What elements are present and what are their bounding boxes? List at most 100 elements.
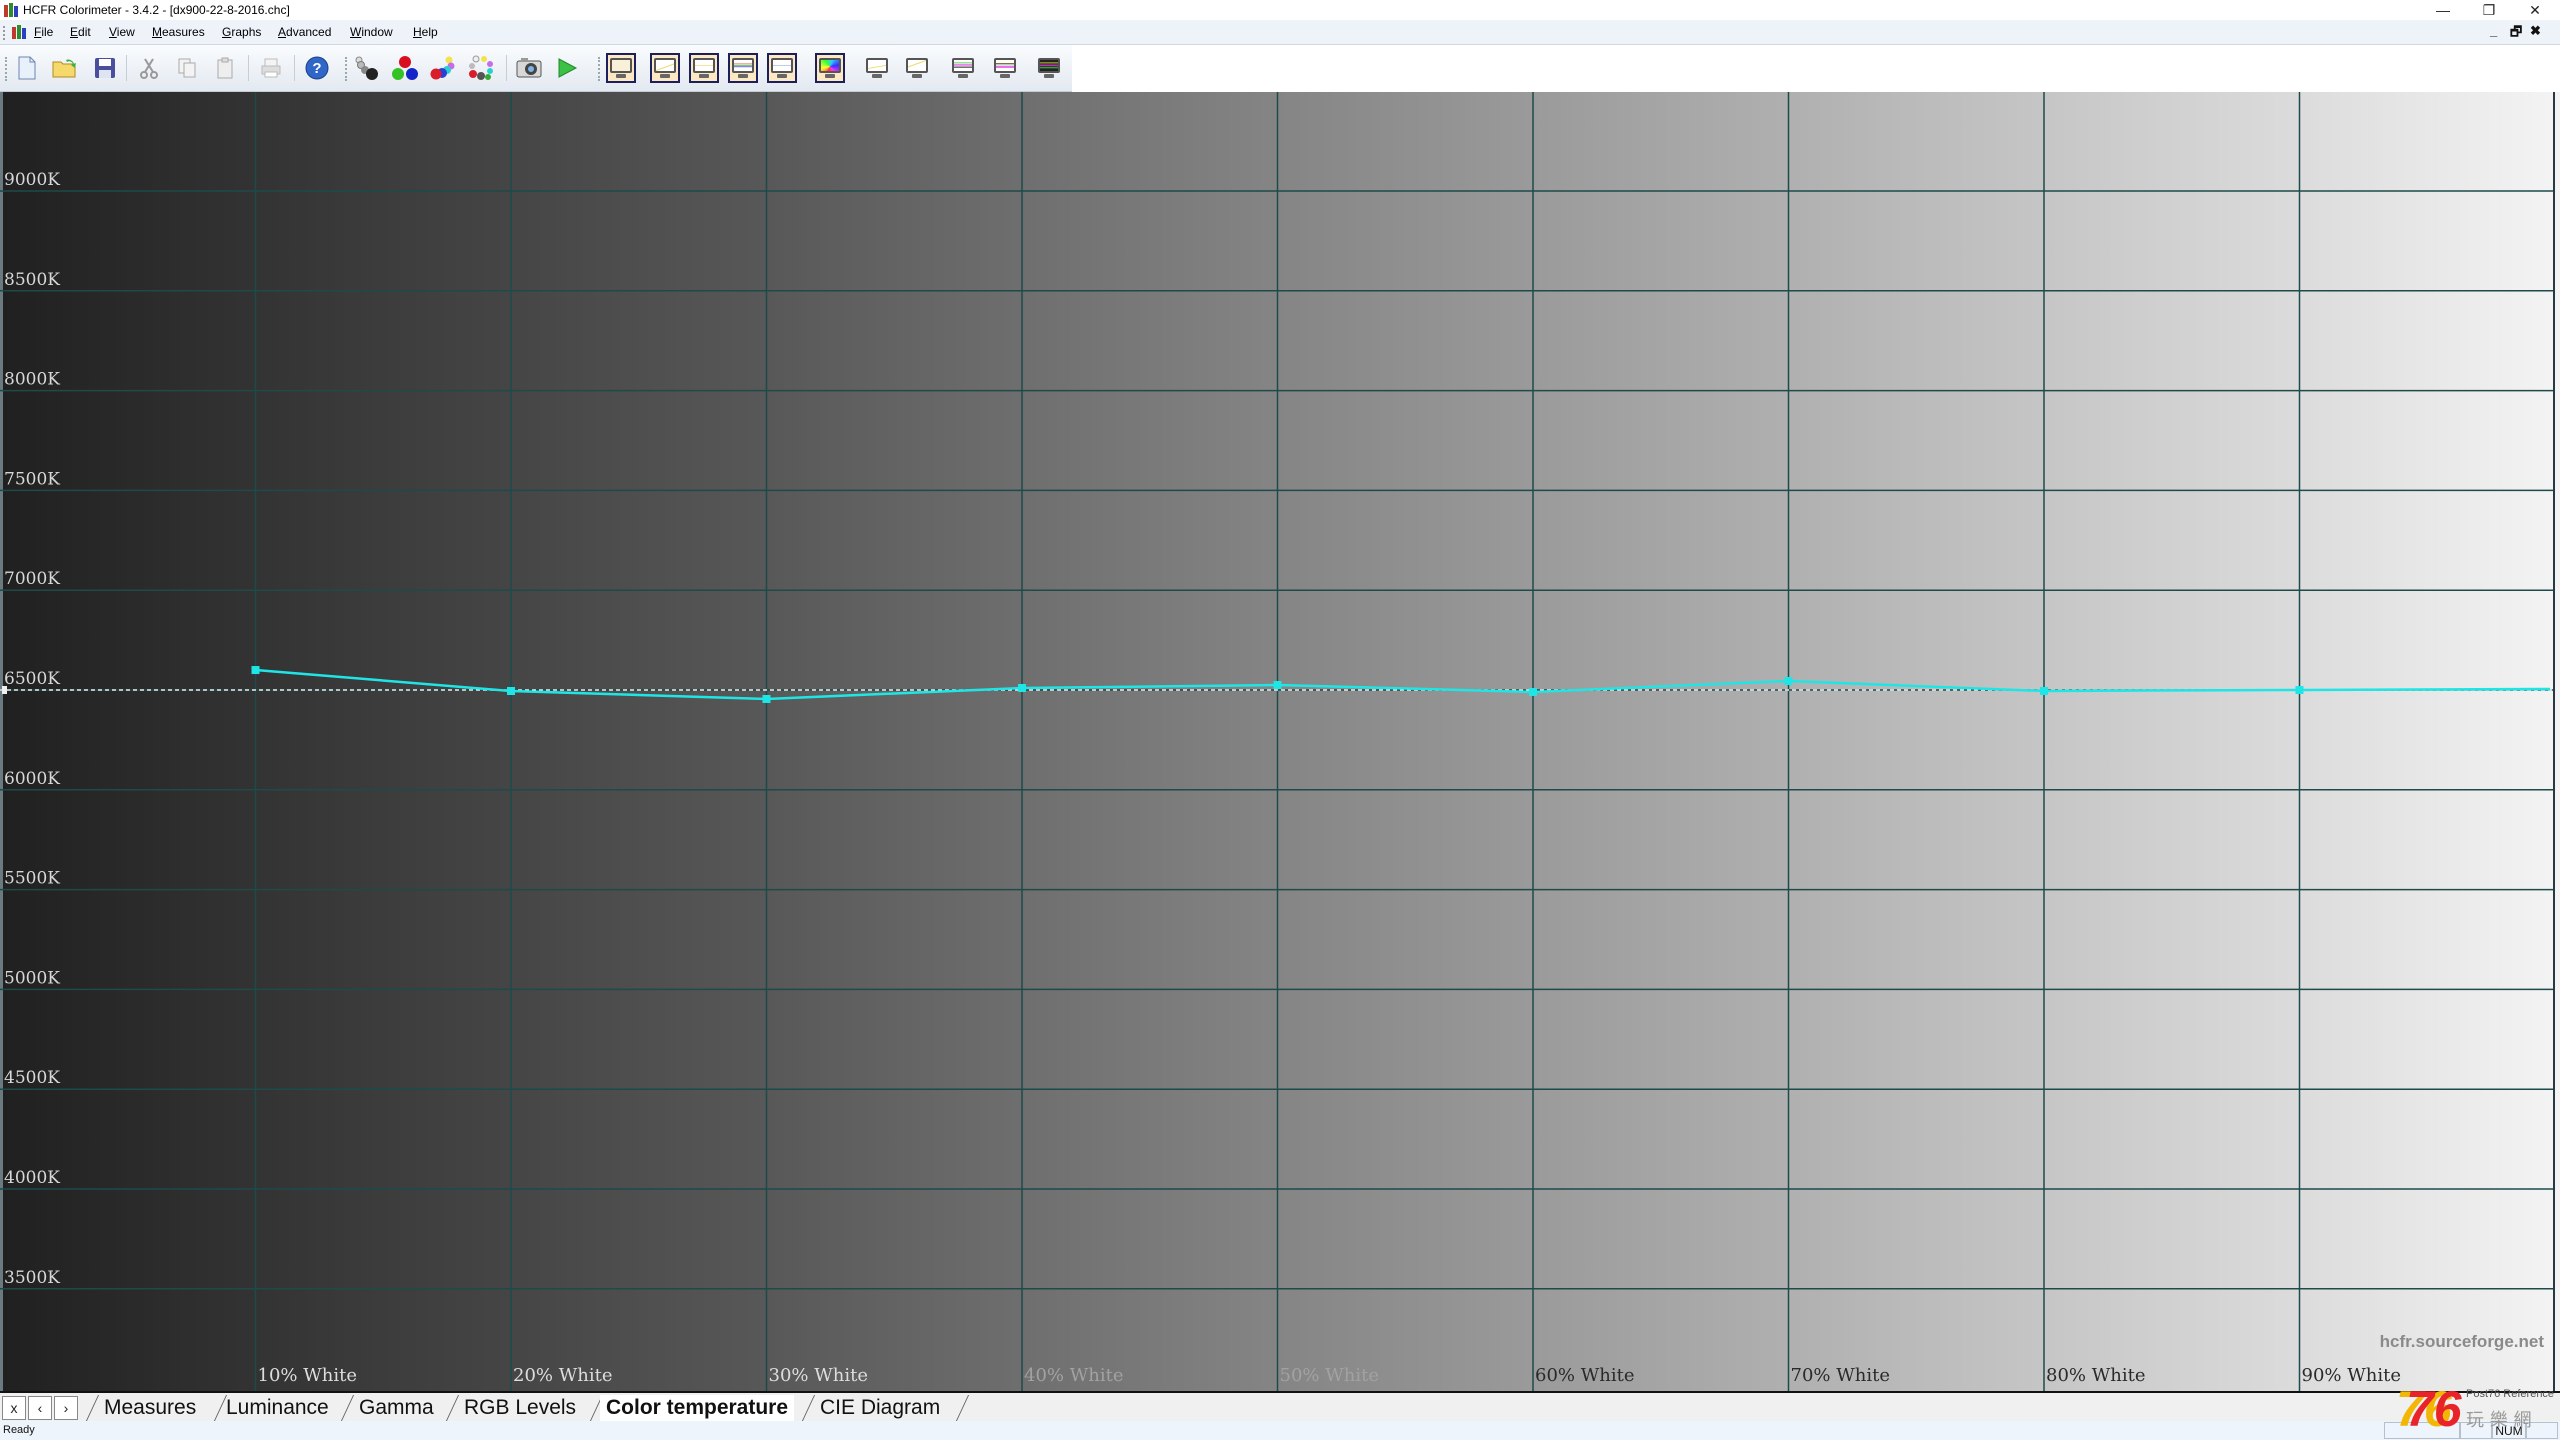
x-tick-label: 50% White bbox=[1280, 1365, 1379, 1386]
measure-secondaries-button[interactable] bbox=[428, 53, 458, 83]
data-point[interactable] bbox=[251, 666, 260, 675]
y-tick-label: 8000K bbox=[4, 370, 60, 390]
data-point[interactable] bbox=[507, 686, 515, 695]
color-temperature-chart[interactable]: 9000K 8500K 8000K 7500K 7000K 6500K 6000K 5500K… bbox=[0, 92, 2560, 1391]
tab-rgb-levels[interactable]: RGB Levels bbox=[458, 1395, 582, 1421]
camera-icon bbox=[516, 58, 542, 78]
close-button[interactable]: ✕ bbox=[2512, 0, 2558, 20]
toolbar-grip[interactable] bbox=[5, 57, 9, 81]
menu-help[interactable]: Help bbox=[413, 25, 438, 39]
menu-window[interactable]: Window bbox=[350, 25, 393, 39]
mdi-minimize-button[interactable]: _ bbox=[2490, 23, 2497, 38]
open-folder-icon bbox=[52, 59, 76, 78]
measures-view-icon bbox=[608, 57, 634, 79]
overlay-logo-number: 76 bbox=[2406, 1381, 2462, 1437]
y-tick-label: 6000K bbox=[4, 769, 60, 789]
y-tick-label: 3500K bbox=[4, 1268, 60, 1288]
menu-edit[interactable]: Edit bbox=[70, 25, 91, 39]
near-black-view-button[interactable] bbox=[948, 53, 978, 83]
open-button[interactable] bbox=[50, 53, 80, 83]
saturation-shift-view-button[interactable] bbox=[902, 53, 932, 83]
chart-canvas: 9000K 8500K 8000K 7500K 7000K 6500K 6000K 5500K… bbox=[0, 92, 2560, 1391]
restore-button[interactable]: ❐ bbox=[2466, 0, 2512, 20]
tab-color-temperature[interactable]: Color temperature bbox=[600, 1395, 795, 1421]
tab-luminance[interactable]: Luminance bbox=[220, 1395, 335, 1421]
near-black-view-icon bbox=[950, 57, 976, 79]
play-button[interactable] bbox=[552, 53, 582, 83]
print-button[interactable] bbox=[256, 53, 286, 83]
data-point[interactable] bbox=[762, 694, 771, 703]
copy-button[interactable] bbox=[172, 53, 202, 83]
measure-all-button[interactable] bbox=[466, 53, 496, 83]
gamma-view-button[interactable] bbox=[689, 53, 719, 83]
y-tick-label: 9000K bbox=[4, 170, 60, 190]
measure-primaries-icon bbox=[392, 56, 418, 80]
minimize-button[interactable]: — bbox=[2420, 0, 2466, 20]
saturation-luminance-view-button[interactable] bbox=[862, 53, 892, 83]
tab-scroll-left-button[interactable]: ‹ bbox=[28, 1396, 52, 1420]
menu-measures[interactable]: Measures bbox=[152, 25, 205, 39]
tab-gamma[interactable]: Gamma bbox=[353, 1395, 440, 1421]
near-white-view-button[interactable] bbox=[990, 53, 1020, 83]
luminance-view-icon bbox=[652, 57, 678, 79]
menu-file[interactable]: File bbox=[34, 25, 53, 39]
paste-button[interactable] bbox=[210, 53, 240, 83]
save-button[interactable] bbox=[90, 53, 120, 83]
y-tick-label: 4000K bbox=[4, 1168, 60, 1188]
tab-close-button[interactable]: x bbox=[2, 1396, 26, 1420]
tab-cie-diagram[interactable]: CIE Diagram bbox=[814, 1395, 946, 1421]
overlay-logo-subtitle: 玩 樂 網 bbox=[2466, 1410, 2532, 1431]
help-button[interactable]: ? bbox=[302, 53, 332, 83]
reference-marker bbox=[2, 686, 7, 694]
measure-grayscale-button[interactable] bbox=[352, 53, 382, 83]
document-menu-icon[interactable] bbox=[12, 25, 26, 39]
measure-secondaries-icon bbox=[430, 56, 455, 80]
menu-advanced[interactable]: Advanced bbox=[278, 25, 331, 39]
saturation-luminance-view-icon bbox=[864, 57, 890, 79]
y-tick-label: 5500K bbox=[4, 869, 60, 889]
data-point[interactable] bbox=[2295, 686, 2304, 694]
cut-button[interactable] bbox=[134, 53, 164, 83]
new-button[interactable] bbox=[12, 53, 42, 83]
tab-measures[interactable]: Measures bbox=[98, 1395, 202, 1421]
cie-diagram-view-button[interactable] bbox=[815, 53, 845, 83]
data-point[interactable] bbox=[1784, 677, 1793, 686]
help-icon: ? bbox=[305, 56, 329, 80]
mdi-restore-button[interactable]: 🗗 bbox=[2510, 23, 2522, 45]
save-icon bbox=[95, 58, 115, 78]
gamma-view-icon bbox=[691, 57, 717, 79]
menu-graphs[interactable]: Graphs bbox=[222, 25, 261, 39]
data-point[interactable] bbox=[1273, 681, 1282, 690]
data-point[interactable] bbox=[1018, 684, 1026, 693]
menu-view[interactable]: View bbox=[109, 25, 135, 39]
status-text: Ready bbox=[3, 1424, 35, 1436]
luminance-view-button[interactable] bbox=[650, 53, 680, 83]
cut-icon bbox=[140, 58, 158, 79]
overlay-logo-caption: Post76 Reference bbox=[2466, 1388, 2555, 1400]
camera-button[interactable] bbox=[514, 53, 544, 83]
y-tick-label: 8500K bbox=[4, 270, 60, 290]
measure-primaries-button[interactable] bbox=[390, 53, 420, 83]
play-icon bbox=[558, 58, 578, 78]
print-icon bbox=[261, 58, 281, 78]
measures-view-button[interactable] bbox=[606, 53, 636, 83]
data-point[interactable] bbox=[1529, 687, 1537, 696]
color-checker-view-icon bbox=[1036, 57, 1062, 79]
near-white-view-icon bbox=[992, 57, 1018, 79]
y-tick-label: 4500K bbox=[4, 1068, 60, 1088]
svg-text:?: ? bbox=[312, 60, 321, 77]
x-tick-label: 80% White bbox=[2046, 1365, 2145, 1386]
color-temperature-view-button[interactable] bbox=[767, 53, 797, 83]
data-point[interactable] bbox=[2040, 686, 2048, 695]
x-tick-label: 30% White bbox=[769, 1365, 868, 1386]
color-checker-view-button[interactable] bbox=[1034, 53, 1064, 83]
tab-scroll-right-button[interactable]: › bbox=[54, 1396, 78, 1420]
new-document-icon bbox=[18, 56, 36, 80]
y-tick-label: 7500K bbox=[4, 469, 60, 489]
mdi-close-button[interactable]: ✖ bbox=[2530, 23, 2541, 39]
x-tick-label: 20% White bbox=[513, 1365, 612, 1386]
menubar-grip[interactable] bbox=[3, 26, 7, 40]
saturation-shift-view-icon bbox=[904, 57, 930, 79]
measure-all-icon bbox=[469, 55, 493, 80]
rgb-levels-view-button[interactable] bbox=[728, 53, 758, 83]
